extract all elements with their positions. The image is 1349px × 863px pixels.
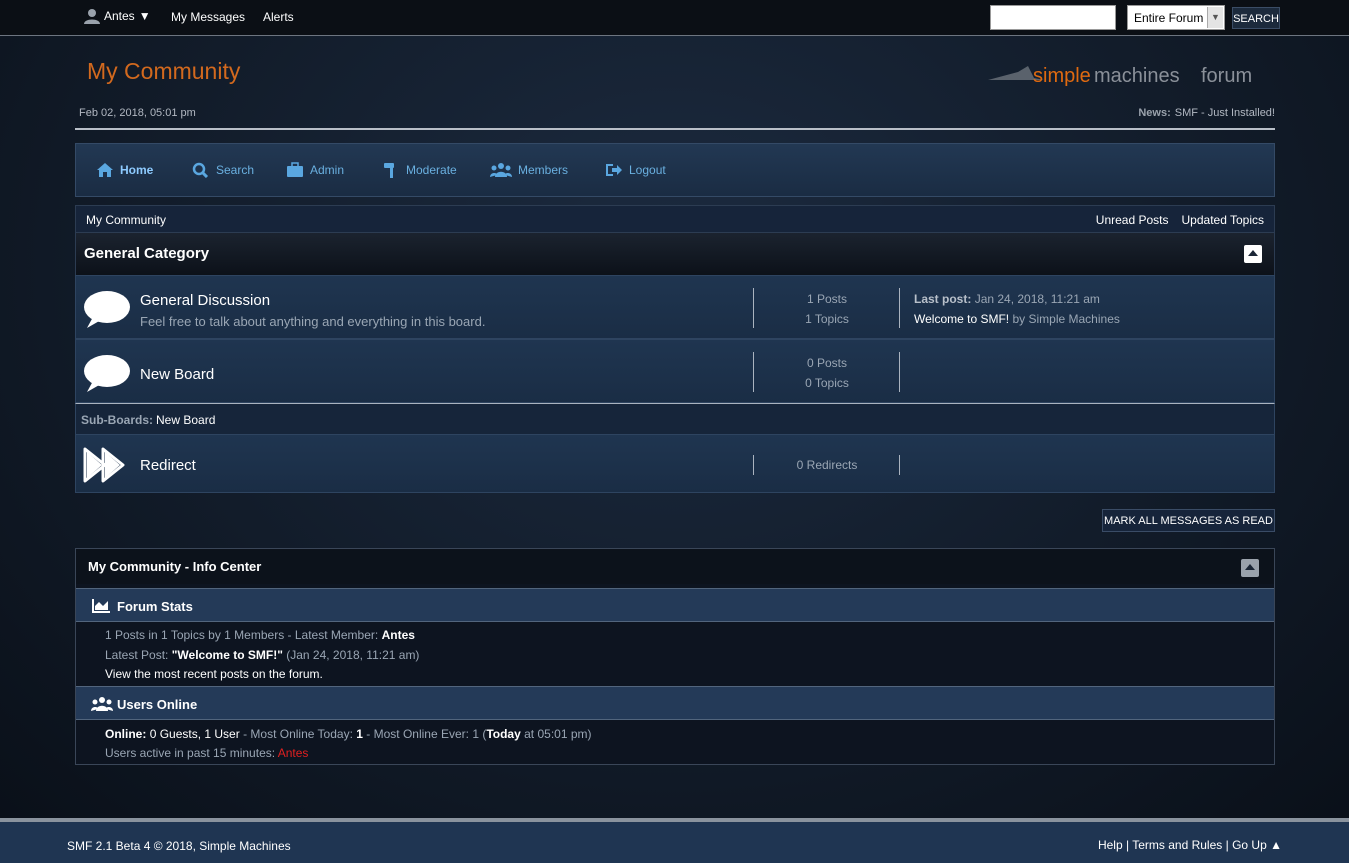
info-center-title: My Community - Info Center bbox=[88, 559, 262, 574]
menu-moderate[interactable]: Moderate bbox=[382, 162, 457, 178]
footer: SMF 2.1 Beta 4 © 2018, Simple Machines H… bbox=[0, 818, 1349, 863]
category-title[interactable]: General Category bbox=[84, 245, 209, 262]
latest-post: Latest Post: "Welcome to SMF!" (Jan 24, … bbox=[105, 648, 420, 662]
last-post-label: Last post: bbox=[914, 292, 972, 306]
menu-logout[interactable]: Logout bbox=[605, 162, 666, 178]
board-general-discussion: General Discussion Feel free to talk abo… bbox=[75, 275, 1275, 339]
board-name[interactable]: Redirect bbox=[140, 457, 196, 474]
briefcase-icon bbox=[287, 162, 303, 177]
chevron-down-icon: ▼ bbox=[138, 9, 151, 23]
active-users: Users active in past 15 minutes: Antes bbox=[105, 746, 309, 760]
board-posts-count: 1 Posts bbox=[806, 292, 848, 306]
footer-links: Help | Terms and Rules | Go Up ▲ bbox=[1097, 838, 1282, 852]
last-post-date: Jan 24, 2018, 11:21 am bbox=[974, 292, 1100, 306]
main-menu: Home Search Admin Moderate Members Logou… bbox=[75, 143, 1275, 197]
collapse-category-button[interactable] bbox=[1244, 245, 1262, 263]
active-user-link[interactable]: Antes bbox=[278, 746, 309, 760]
latest-member-link[interactable]: Antes bbox=[382, 628, 415, 642]
news-text: SMF - Just Installed! bbox=[1174, 107, 1275, 119]
users-icon bbox=[91, 697, 113, 711]
user-icon bbox=[84, 9, 100, 24]
forum-stats-header: Forum Stats bbox=[76, 588, 1274, 622]
news-ticker: News: SMF - Just Installed! bbox=[1138, 107, 1275, 119]
svg-text:simple: simple bbox=[1033, 65, 1091, 87]
chart-icon bbox=[92, 599, 110, 613]
users-icon bbox=[490, 163, 512, 177]
search-scope-select[interactable]: Entire Forum ▼ bbox=[1127, 5, 1225, 30]
go-up-link[interactable]: Go Up ▲ bbox=[1232, 838, 1282, 852]
chevron-down-icon: ▼ bbox=[1207, 7, 1223, 28]
board-name[interactable]: General Discussion bbox=[140, 292, 270, 309]
breadcrumb[interactable]: My Community bbox=[86, 213, 166, 227]
user-menu[interactable]: Antes ▼ bbox=[84, 8, 151, 24]
top-bar: Antes ▼ My Messages Alerts Entire Forum … bbox=[0, 0, 1349, 36]
board-topics-count: 1 Topics bbox=[805, 312, 849, 326]
last-post-topic-link[interactable]: Welcome to SMF! bbox=[914, 312, 1009, 326]
search-icon bbox=[192, 162, 209, 178]
board-topics-count: 0 Topics bbox=[805, 376, 849, 390]
logout-icon bbox=[606, 164, 622, 176]
updated-topics-link[interactable]: Updated Topics bbox=[1182, 213, 1265, 227]
username: Antes bbox=[104, 9, 135, 23]
svg-text:forum: forum bbox=[1201, 65, 1252, 87]
help-link[interactable]: Help bbox=[1098, 838, 1123, 852]
latest-post-link[interactable]: "Welcome to SMF!" bbox=[172, 648, 283, 662]
board-description: Feel free to talk about anything and eve… bbox=[140, 314, 486, 329]
last-post-info: Last post: Jan 24, 2018, 11:21 am bbox=[914, 292, 1100, 306]
search-input[interactable] bbox=[990, 5, 1116, 30]
mark-all-read-button[interactable]: MARK ALL MESSAGES AS READ bbox=[1102, 509, 1275, 532]
copyright[interactable]: SMF 2.1 Beta 4 © 2018, Simple Machines bbox=[67, 839, 291, 853]
users-online-title: Users Online bbox=[117, 697, 198, 712]
home-icon bbox=[97, 163, 113, 177]
gavel-icon bbox=[384, 163, 394, 178]
board-redirects-count: 0 Redirects bbox=[796, 458, 858, 472]
unread-posts-link[interactable]: Unread Posts bbox=[1096, 213, 1169, 227]
breadcrumb-bar: My Community Unread Posts Updated Topics bbox=[75, 205, 1275, 233]
speech-bubble-icon bbox=[84, 291, 130, 328]
terms-link[interactable]: Terms and Rules bbox=[1132, 838, 1222, 852]
divider bbox=[899, 455, 900, 475]
stats-summary: 1 Posts in 1 Topics by 1 Members - Lates… bbox=[105, 628, 415, 642]
news-label: News: bbox=[1138, 107, 1171, 119]
last-post-author[interactable]: by Simple Machines bbox=[1012, 312, 1119, 326]
menu-home[interactable]: Home bbox=[96, 162, 153, 178]
online-summary: Online: 0 Guests, 1 User - Most Online T… bbox=[105, 727, 592, 741]
recent-posts-link[interactable]: View the most recent posts on the forum. bbox=[105, 667, 323, 681]
my-messages-link[interactable]: My Messages bbox=[171, 10, 245, 24]
search-button[interactable]: SEARCH bbox=[1232, 7, 1280, 29]
info-center-header: My Community - Info Center bbox=[76, 549, 1274, 584]
board-name[interactable]: New Board bbox=[140, 366, 214, 383]
sub-boards-label: Sub-Boards: bbox=[81, 413, 153, 427]
last-post-topic-row: Welcome to SMF! by Simple Machines bbox=[914, 312, 1120, 326]
divider bbox=[899, 352, 900, 392]
speech-bubble-icon bbox=[84, 355, 130, 392]
board-redirect: Redirect 0 Redirects bbox=[75, 434, 1275, 493]
current-date: Feb 02, 2018, 05:01 pm bbox=[79, 107, 196, 119]
category-header: General Category bbox=[75, 233, 1275, 275]
sub-boards-row: Sub-Boards: New Board bbox=[75, 403, 1275, 434]
forum-stats-title: Forum Stats bbox=[117, 599, 193, 614]
board-posts-count: 0 Posts bbox=[806, 356, 848, 370]
menu-members[interactable]: Members bbox=[490, 162, 568, 178]
fast-forward-icon bbox=[83, 447, 125, 483]
sub-board-link[interactable]: New Board bbox=[156, 413, 215, 427]
divider bbox=[899, 288, 900, 328]
svg-text:machines: machines bbox=[1094, 65, 1180, 87]
alerts-link[interactable]: Alerts bbox=[263, 10, 294, 24]
collapse-info-center-button[interactable] bbox=[1241, 559, 1259, 577]
forum-title[interactable]: My Community bbox=[87, 58, 240, 85]
menu-admin[interactable]: Admin bbox=[286, 162, 344, 178]
board-new-board: New Board 0 Posts 0 Topics bbox=[75, 339, 1275, 403]
menu-search[interactable]: Search bbox=[192, 162, 254, 178]
header-divider bbox=[75, 128, 1275, 130]
smf-logo: simple machines forum bbox=[988, 65, 1252, 87]
users-online-header: Users Online bbox=[76, 686, 1274, 720]
info-center: My Community - Info Center Forum Stats 1… bbox=[75, 548, 1275, 765]
